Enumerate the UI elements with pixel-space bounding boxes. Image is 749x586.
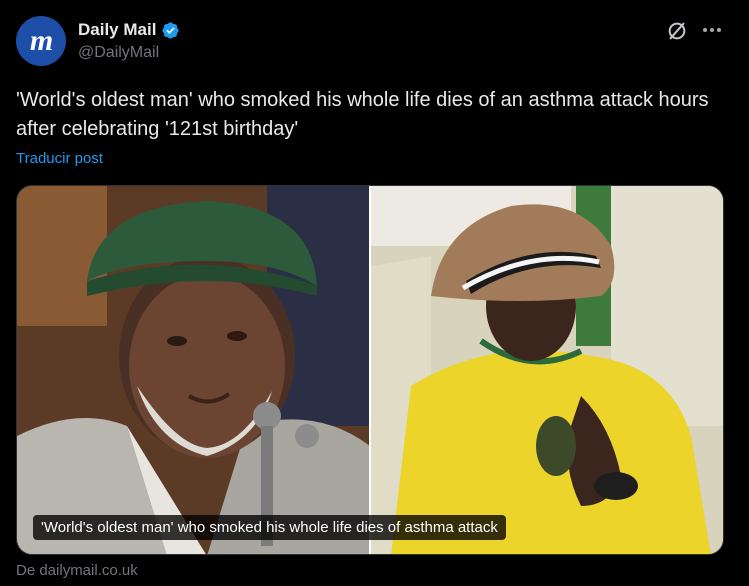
photo-elderly-man-straw-hat-yellow-shirt[interactable] [371,186,723,554]
photo-left-illustration [17,186,369,554]
media-card[interactable]: 'World's oldest man' who smoked his whol… [16,185,724,555]
avatar-letter: m [29,24,53,57]
more-options-icon[interactable] [700,22,724,38]
translate-post-link[interactable]: Traducir post [16,150,103,167]
display-name[interactable]: Daily Mail [78,20,156,40]
author-name-row[interactable]: Daily Mail [78,20,180,40]
post-text: 'World's oldest man' who smoked his whol… [16,89,709,140]
photo-right-illustration [371,186,723,554]
verified-badge-icon [162,21,180,39]
avatar[interactable]: m [16,16,66,66]
media-caption: 'World's oldest man' who smoked his whol… [33,515,506,540]
user-handle[interactable]: @DailyMail [78,44,159,62]
photo-elderly-man-green-beanie[interactable] [17,186,369,554]
link-source[interactable]: De dailymail.co.uk [16,562,138,579]
grok-icon[interactable] [666,20,688,42]
